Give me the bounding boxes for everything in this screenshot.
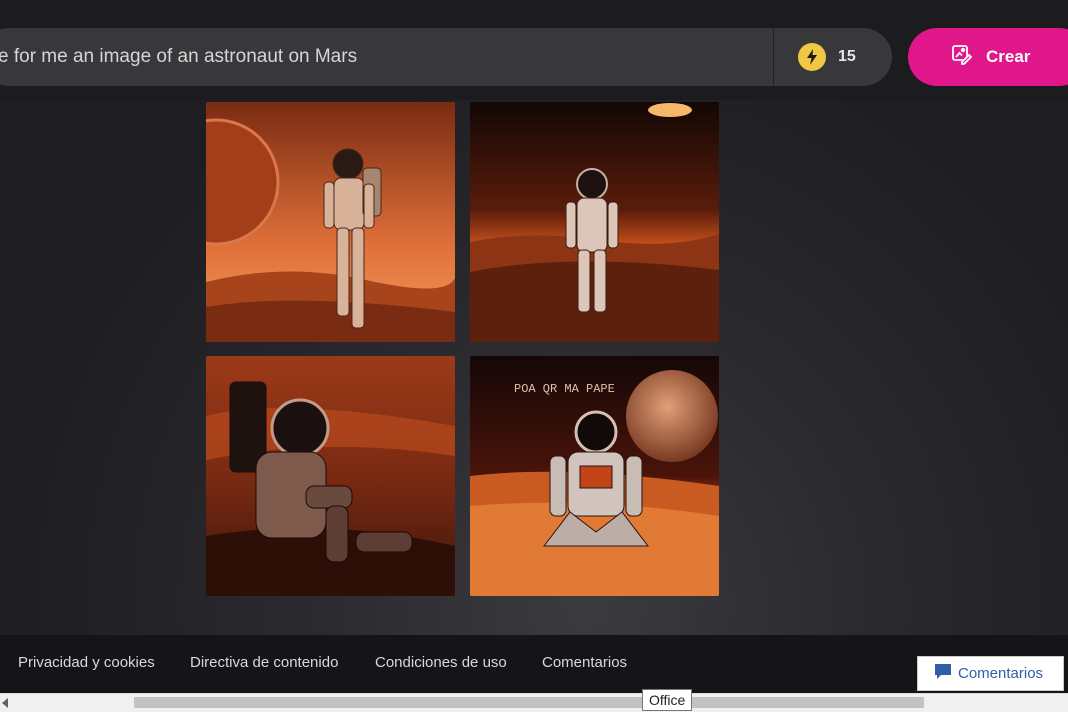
footer-link-privacy[interactable]: Privacidad y cookies [18, 654, 155, 671]
feedback-button-label: Comentarios [958, 665, 1044, 682]
boosts-count: 15 [838, 48, 856, 65]
create-button-label: Crear [986, 47, 1031, 66]
generated-image-2[interactable] [470, 102, 719, 342]
prompt-input[interactable] [0, 28, 772, 86]
tooltip: Office [642, 689, 693, 711]
scroll-left-arrow-icon[interactable] [2, 698, 8, 708]
generated-image-1[interactable] [206, 102, 455, 342]
feedback-button[interactable]: Comentarios [917, 656, 1064, 691]
footer-link-terms[interactable]: Condiciones de uso [375, 654, 507, 671]
boost-bolt-icon [798, 43, 826, 71]
footer-link-content-policy[interactable]: Directiva de contenido [190, 654, 338, 671]
boosts-indicator[interactable]: 15 [798, 42, 856, 72]
prompt-box: 15 [0, 28, 892, 86]
prompt-divider [773, 28, 774, 86]
generated-image-3[interactable] [206, 356, 455, 596]
horizontal-scrollbar[interactable] [0, 693, 1068, 712]
create-image-icon [950, 43, 974, 72]
create-button[interactable]: Crear [908, 28, 1068, 86]
generated-image-4[interactable]: POA QR MA PAPE [470, 356, 719, 596]
scrollbar-thumb[interactable] [134, 697, 924, 708]
image-4-caption: POA QR MA PAPE [514, 382, 615, 396]
footer-link-feedback[interactable]: Comentarios [542, 654, 627, 671]
footer: Privacidad y cookies Directiva de conten… [0, 635, 1068, 693]
chat-bubble-icon [934, 662, 952, 685]
